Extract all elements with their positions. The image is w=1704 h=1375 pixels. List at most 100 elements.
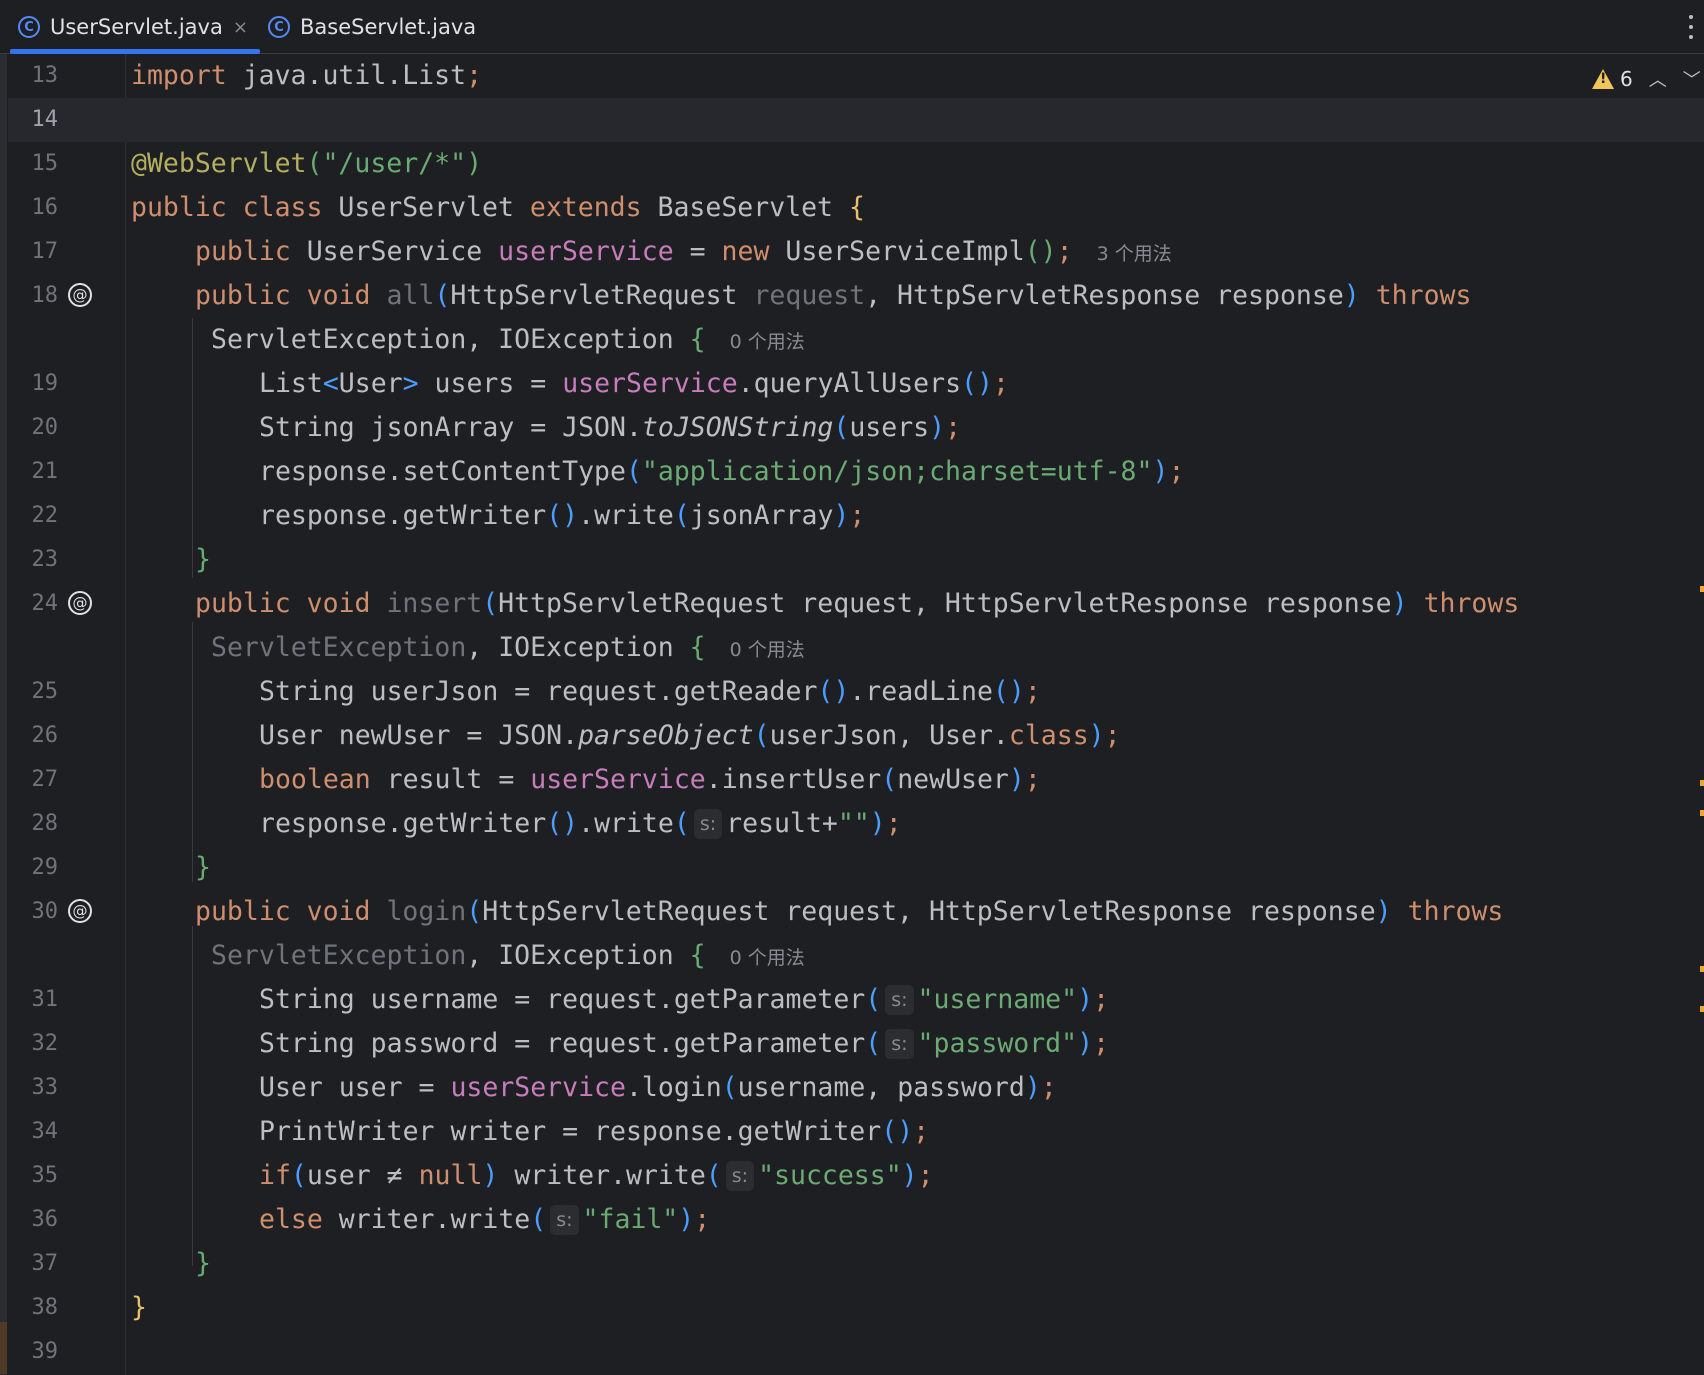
tab-label: BaseServlet.java <box>300 15 477 39</box>
code-line: 31 String username = request.getParamete… <box>0 978 1704 1022</box>
code-text: public void insert(HttpServletRequest re… <box>195 588 1520 619</box>
code-line: 25 String userJson = request.getReader()… <box>0 670 1704 714</box>
line-number: 31 <box>31 987 59 1012</box>
line-number: 37 <box>31 1251 59 1276</box>
line-number: 30 <box>31 899 59 924</box>
code-line: 33 User user = userService.login(usernam… <box>0 1066 1704 1110</box>
code-text: @WebServlet("/user/*") <box>131 148 483 179</box>
line-number: 17 <box>31 239 59 264</box>
line-number: 39 <box>31 1339 59 1364</box>
line-number: 35 <box>31 1163 59 1188</box>
usage-hint[interactable]: 0 个用法 <box>730 638 805 662</box>
class-icon: C <box>268 16 290 38</box>
class-icon: C <box>18 16 40 38</box>
code-text: ServletException, IOException {0 个用法 <box>211 632 805 663</box>
code-line: 17 public UserService userService = new … <box>0 230 1704 274</box>
code-text: public void login(HttpServletRequest req… <box>195 896 1504 927</box>
code-text: ServletException, IOException {0 个用法 <box>211 324 805 355</box>
code-line: 29 } <box>0 846 1704 890</box>
line-number: 16 <box>31 195 59 220</box>
code-text: public UserService userService = new Use… <box>195 236 1172 267</box>
line-number: 19 <box>31 371 59 396</box>
line-number: 14 <box>31 107 59 132</box>
code-text: response.getWriter().write(s: result+""); <box>259 808 902 839</box>
code-text: User newUser = JSON.parseObject(userJson… <box>259 720 1121 751</box>
line-number: 23 <box>31 547 59 572</box>
param-hint: s: <box>885 1029 914 1059</box>
tab-baseservlet[interactable]: C BaseServlet.java <box>268 0 476 54</box>
code-line: 21 response.setContentType("application/… <box>0 450 1704 494</box>
line-number: 13 <box>31 63 59 88</box>
code-text: } <box>195 1248 211 1279</box>
code-editor[interactable]: 6 ︿ ﹀ 13 import java.util.List; 14 15 @W… <box>0 54 1704 1375</box>
code-text: else writer.write(s: "fail"); <box>259 1204 711 1235</box>
code-text: String username = request.getParameter(s… <box>259 984 1110 1015</box>
usage-hint[interactable]: 0 个用法 <box>730 946 805 970</box>
code-text: String jsonArray = JSON.toJSONString(use… <box>259 412 962 443</box>
param-hint: s: <box>885 985 914 1015</box>
code-line-wrap: ServletException, IOException {0 个用法 <box>0 318 1704 362</box>
code-line: 28 response.getWriter().write(s: result+"… <box>0 802 1704 846</box>
line-number: 25 <box>31 679 59 704</box>
code-text: List<User> users = userService.queryAllU… <box>259 368 1009 399</box>
code-text: response.getWriter().write(jsonArray); <box>259 500 866 531</box>
code-text: public void all(HttpServletRequest reque… <box>195 280 1472 311</box>
line-number: 20 <box>31 415 59 440</box>
line-number: 28 <box>31 811 59 836</box>
override-at-icon[interactable]: @ <box>68 899 92 923</box>
code-text: if(user ≠ null) writer.write(s: "success"… <box>259 1160 934 1191</box>
code-text: ServletException, IOException {0 个用法 <box>211 940 805 971</box>
line-number: 22 <box>31 503 59 528</box>
code-text: PrintWriter writer = response.getWriter(… <box>259 1116 930 1147</box>
line-number: 26 <box>31 723 59 748</box>
override-at-icon[interactable]: @ <box>68 283 92 307</box>
code-line: 13 import java.util.List; <box>0 54 1704 98</box>
line-number: 29 <box>31 855 59 880</box>
code-line: 39 <box>0 1330 1704 1374</box>
line-number: 33 <box>31 1075 59 1100</box>
code-line: 26 User newUser = JSON.parseObject(userJ… <box>0 714 1704 758</box>
code-line: 24 @ public void insert(HttpServletReque… <box>0 582 1704 626</box>
code-line: 36 else writer.write(s: "fail"); <box>0 1198 1704 1242</box>
usage-hint[interactable]: 0 个用法 <box>730 330 805 354</box>
code-text: response.setContentType("application/jso… <box>259 456 1185 487</box>
tab-label: UserServlet.java <box>50 15 223 39</box>
code-text: public class UserServlet extends BaseSer… <box>131 192 865 223</box>
code-text: } <box>131 1292 147 1323</box>
line-number: 36 <box>31 1207 59 1232</box>
code-line: 22 response.getWriter().write(jsonArray)… <box>0 494 1704 538</box>
param-hint: s: <box>725 1161 755 1191</box>
code-line: 16 public class UserServlet extends Base… <box>0 186 1704 230</box>
code-line: 37 } <box>0 1242 1704 1286</box>
code-line: 34 PrintWriter writer = response.getWrit… <box>0 1110 1704 1154</box>
line-number: 27 <box>31 767 59 792</box>
code-text: String userJson = request.getReader().re… <box>259 676 1041 707</box>
line-number: 15 <box>31 151 59 176</box>
code-text: String password = request.getParameter(s… <box>259 1028 1110 1059</box>
override-at-icon[interactable]: @ <box>68 591 92 615</box>
editor-tab-bar: C UserServlet.java × C BaseServlet.java <box>0 0 1704 54</box>
line-number: 38 <box>31 1295 59 1320</box>
code-line-wrap: ServletException, IOException {0 个用法 <box>0 626 1704 670</box>
close-icon[interactable]: × <box>233 17 248 38</box>
line-number: 24 <box>31 591 59 616</box>
code-text: } <box>195 852 211 883</box>
code-line: 35 if(user ≠ null) writer.write(s: "succe… <box>0 1154 1704 1198</box>
code-line: 18 @ public void all(HttpServletRequest … <box>0 274 1704 318</box>
code-text: import java.util.List; <box>131 60 483 91</box>
line-number: 18 <box>31 283 59 308</box>
usage-hint[interactable]: 3 个用法 <box>1097 242 1172 266</box>
code-text: boolean result = userService.insertUser(… <box>259 764 1041 795</box>
code-line: 23 } <box>0 538 1704 582</box>
code-line: 20 String jsonArray = JSON.toJSONString(… <box>0 406 1704 450</box>
code-line: 30 @ public void login(HttpServletReques… <box>0 890 1704 934</box>
tab-userservlet[interactable]: C UserServlet.java × <box>10 0 260 54</box>
line-number: 34 <box>31 1119 59 1144</box>
code-line: 15 @WebServlet("/user/*") <box>0 142 1704 186</box>
more-options-icon[interactable] <box>1682 12 1700 42</box>
code-line: 19 List<User> users = userService.queryA… <box>0 362 1704 406</box>
code-text: User user = userService.login(username, … <box>259 1072 1057 1103</box>
code-text: } <box>195 544 211 575</box>
code-line: 27 boolean result = userService.insertUs… <box>0 758 1704 802</box>
code-line: 38 } <box>0 1286 1704 1330</box>
